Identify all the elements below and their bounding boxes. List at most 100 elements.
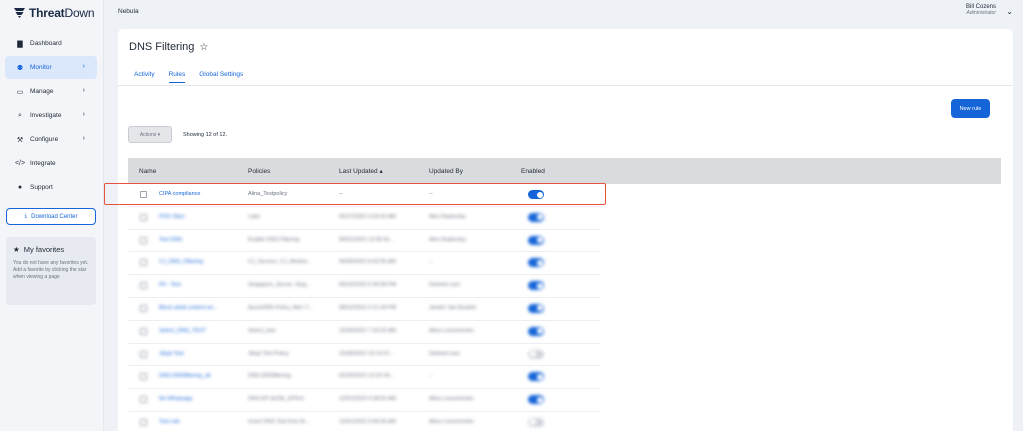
row-checkbox[interactable]	[140, 327, 147, 335]
rule-updated-by: Deleted user	[429, 350, 461, 357]
column-updated-by[interactable]: Updated By	[429, 168, 463, 175]
star-icon: ★	[13, 245, 20, 254]
favorites-title: ★ My favorites	[13, 245, 89, 254]
column-enabled[interactable]: Enabled	[521, 168, 545, 175]
rule-last-updated: 12/01/2023 3:38:02 AM	[339, 396, 396, 403]
rule-policies: AzureDNS Policy, Alen T...	[248, 304, 313, 311]
enabled-toggle[interactable]	[528, 190, 544, 199]
threatdown-logo[interactable]: ThreatDown	[14, 6, 95, 20]
rule-updated-by: Alina Lesnichenko	[429, 327, 474, 334]
sidebar-item-integrate[interactable]: </> Integrate	[5, 152, 97, 175]
row-checkbox[interactable]	[140, 373, 147, 381]
rule-updated-by: --	[429, 373, 433, 380]
rule-name-link[interactable]: Jitopt Test	[159, 351, 184, 357]
rule-name-link[interactable]: P4 - Test	[159, 282, 181, 288]
rule-updated-by: Alina Lesnichenko	[429, 396, 474, 403]
rule-updated-by: Alina Lesnichenko	[429, 418, 474, 425]
sidebar-item-label: Integrate	[30, 160, 56, 167]
table-row: Block adult content an... AzureDNS Policy…	[128, 298, 600, 321]
sidebar: ThreatDown ▇ Dashboard ⚉ Monitor › ▭ Manage › ⌕ I…	[0, 0, 104, 431]
row-checkbox[interactable]	[140, 350, 147, 358]
chat-icon: ●	[17, 184, 23, 191]
sidebar-nav: ▇ Dashboard ⚉ Monitor › ▭ Manage › ⌕ Investigate ›…	[5, 32, 97, 200]
showing-count: Showing 12 of 12.	[183, 132, 228, 138]
rule-name-link[interactable]: CIPA compliance	[159, 191, 200, 197]
row-checkbox[interactable]	[140, 259, 147, 267]
rule-policies: Enable DNS Filtering	[248, 236, 300, 243]
rule-name-link[interactable]: FOO Sites	[159, 214, 185, 220]
sidebar-item-label: Manage	[30, 88, 54, 95]
table-row: Test rule Insert DNS Test from th... 12/01…	[128, 412, 600, 431]
monitor-icon: ▭	[16, 88, 24, 96]
rule-updated-by: Alen Radonsky	[429, 236, 466, 243]
enabled-toggle[interactable]	[528, 281, 544, 291]
sidebar-item-label: Support	[30, 184, 53, 191]
enabled-toggle[interactable]	[528, 303, 544, 313]
rule-policies: DNS-DNSfiltering	[248, 373, 291, 380]
download-center-label: Download Center	[31, 213, 78, 220]
sidebar-item-label: Monitor	[30, 64, 52, 71]
row-checkbox[interactable]	[140, 304, 147, 312]
rule-policies: Singapore_Server, Sing...	[248, 282, 311, 289]
column-name[interactable]: Name	[139, 168, 156, 175]
rule-name-link[interactable]: Test DNS	[159, 237, 182, 243]
sidebar-item-support[interactable]: ● Support	[5, 176, 97, 199]
star-outline-icon[interactable]: ☆	[199, 42, 208, 53]
download-center-button[interactable]: ⤓ Download Center	[6, 208, 96, 225]
rule-policies: DNS-EP-AZSE_EP5ch	[248, 396, 305, 403]
search-icon: ⌕	[18, 111, 22, 119]
rule-name-link[interactable]: Test rule	[159, 419, 180, 425]
row-checkbox[interactable]	[140, 282, 147, 290]
sidebar-item-investigate[interactable]: ⌕ Investigate ›	[5, 104, 97, 127]
rule-name-link[interactable]: Select_DNS_TEST	[159, 328, 206, 334]
sidebar-item-configure[interactable]: ⚒ Configure ›	[5, 128, 97, 151]
actions-dropdown[interactable]: Actions ▾	[128, 126, 172, 143]
row-checkbox[interactable]	[140, 213, 147, 221]
enabled-toggle[interactable]	[528, 326, 544, 336]
tenant-name: Nebula	[118, 8, 139, 15]
row-checkbox[interactable]	[140, 396, 147, 404]
chevron-right-icon: ›	[82, 63, 85, 70]
chevron-down-icon[interactable]: ⌄	[1006, 7, 1013, 16]
rule-last-updated: 12/01/2023 3:49:36 AM	[339, 418, 396, 425]
tab-global-settings[interactable]: Global Settings	[199, 71, 243, 83]
table-row: P4 - Test Singapore_Server, Sing... 06/15/…	[128, 275, 600, 298]
row-checkbox[interactable]	[140, 191, 147, 198]
sidebar-item-monitor[interactable]: ⚉ Monitor ›	[5, 56, 97, 79]
rule-last-updated: --	[339, 191, 343, 197]
top-bar: Nebula Bill Cozens Administrator ⌄	[105, 0, 1023, 25]
tab-rules[interactable]: Rules	[168, 71, 186, 83]
rule-name-link[interactable]: DNS-DNSfiltering_all	[159, 373, 210, 379]
rule-last-updated: 06/01/2022 12:00:41...	[339, 236, 395, 243]
column-policies[interactable]: Policies	[248, 168, 270, 175]
enabled-toggle[interactable]	[528, 212, 544, 222]
row-checkbox[interactable]	[140, 418, 147, 426]
table-row: Jitopt Test Jitopt Test Policy 10/28/2022 …	[128, 344, 600, 367]
rule-updated-by: Deleted user	[429, 282, 461, 289]
sidebar-item-dashboard[interactable]: ▇ Dashboard	[5, 32, 97, 55]
rule-name-link[interactable]: CJ_DNS_Filtering	[159, 259, 203, 265]
page-title: DNS Filtering ☆	[129, 41, 208, 53]
binoculars-icon: ⚉	[16, 64, 24, 72]
table-row: FOO Sites Labs 05/27/2022 3:30:42 AM Alen R…	[128, 207, 600, 230]
row-checkbox[interactable]	[140, 236, 147, 244]
enabled-toggle[interactable]	[528, 235, 544, 245]
rule-name-link[interactable]: No Whatsapp	[159, 396, 192, 402]
code-icon: </>	[14, 160, 26, 167]
enabled-toggle[interactable]	[528, 395, 544, 405]
enabled-toggle[interactable]	[528, 258, 544, 268]
column-last-updated[interactable]: Last Updated ▴	[339, 167, 383, 175]
rule-last-updated: 08/22/2022 2:21:49 PM	[339, 304, 397, 311]
table-row: CIPA compliance Alina_Testpolicy -- --	[128, 184, 600, 207]
user-menu[interactable]: Bill Cozens Administrator	[966, 4, 996, 16]
rule-name-link[interactable]: Block adult content an...	[159, 305, 218, 311]
sidebar-item-manage[interactable]: ▭ Manage ›	[5, 80, 97, 103]
new-rule-button[interactable]: New rule	[951, 99, 990, 118]
enabled-toggle[interactable]	[528, 349, 544, 359]
enabled-toggle[interactable]	[528, 417, 544, 427]
enabled-toggle[interactable]	[528, 372, 544, 382]
table-header: Name Policies Last Updated ▴ Updated By …	[128, 158, 1001, 184]
table-row: DNS-DNSfiltering_all DNS-DNSfiltering 02/2…	[128, 366, 600, 390]
table-row: No Whatsapp DNS-EP-AZSE_EP5ch 12/01/2023 3…	[128, 389, 600, 412]
tab-activity[interactable]: Activity	[134, 71, 155, 83]
